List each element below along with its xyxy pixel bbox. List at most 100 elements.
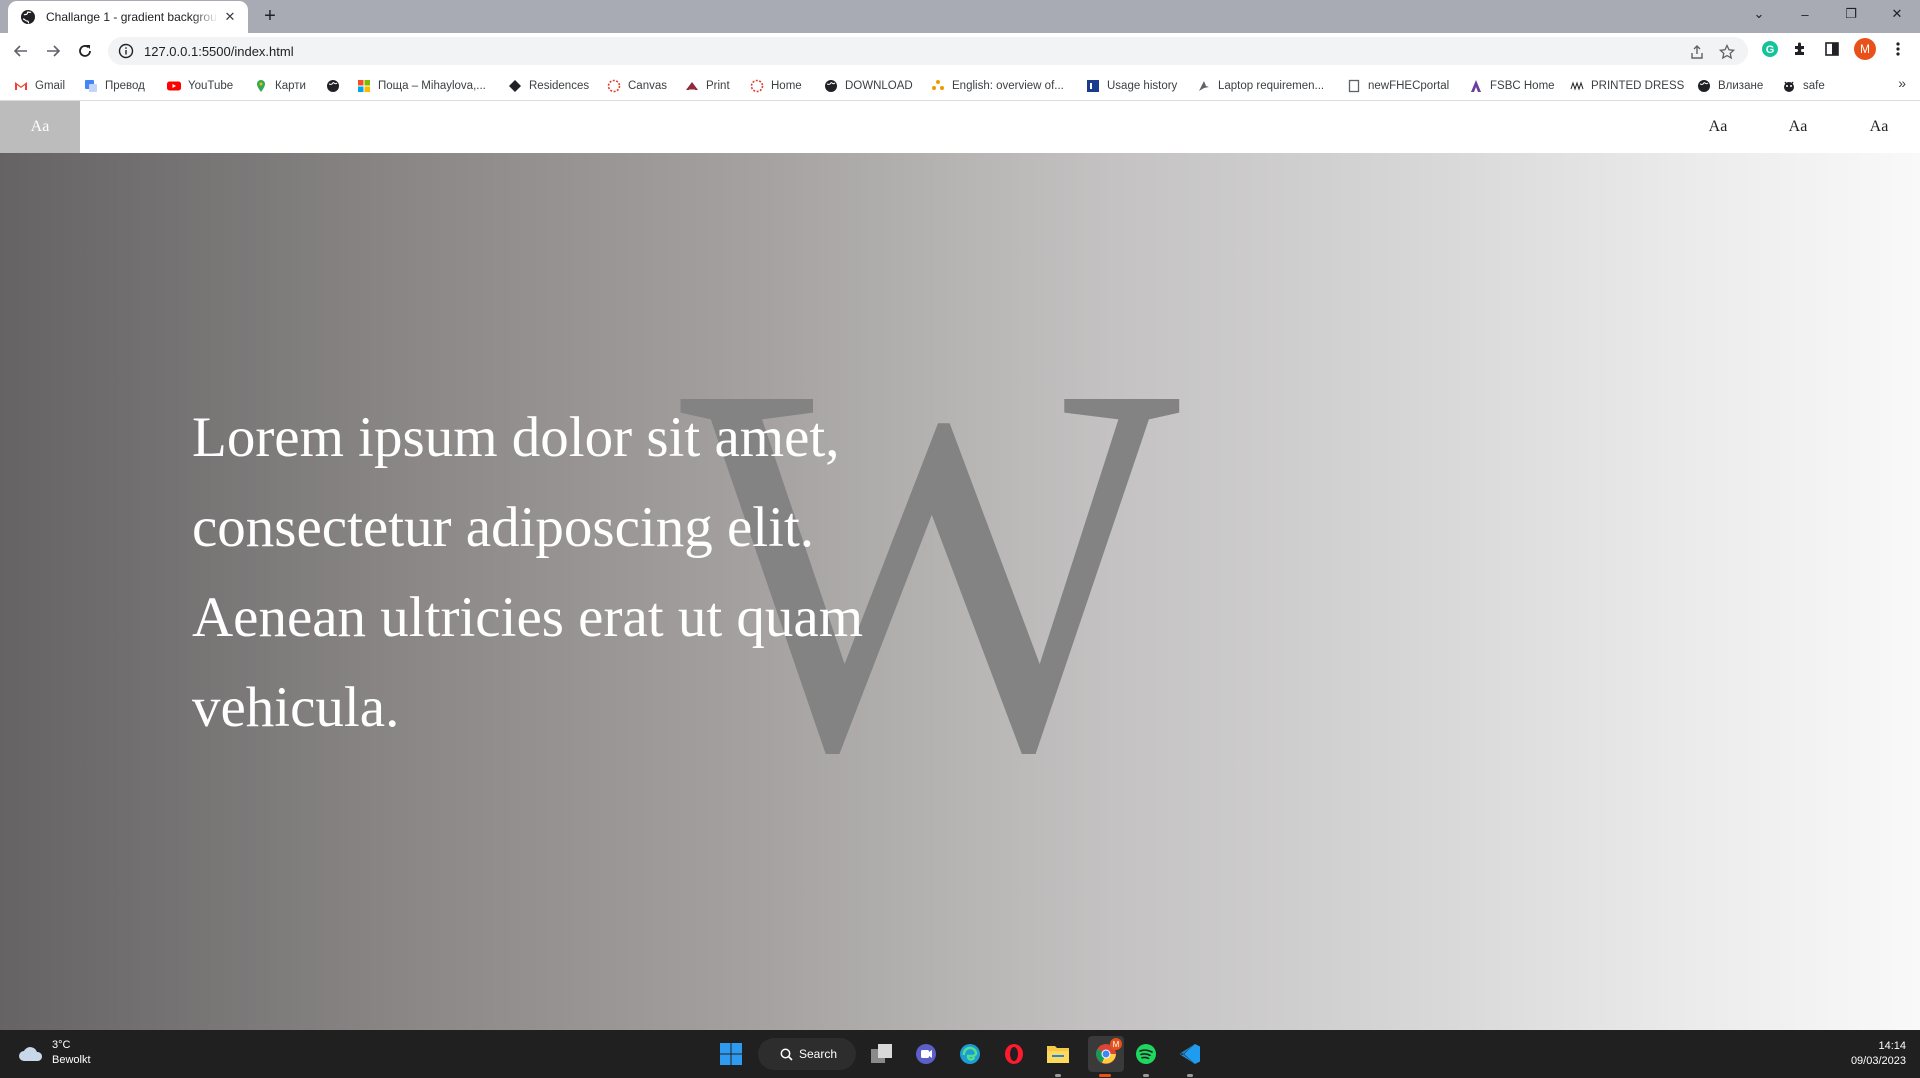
grammarly-icon[interactable]: G: [1760, 39, 1780, 59]
close-window-button[interactable]: ✕: [1874, 0, 1920, 28]
globe-icon: [1697, 79, 1711, 93]
close-icon[interactable]: ✕: [222, 9, 238, 25]
globe-icon: [326, 79, 340, 93]
diamond-icon: [508, 79, 522, 93]
zara-icon: [1570, 79, 1584, 93]
usage-icon: [1086, 79, 1100, 93]
vscode-icon[interactable]: [1176, 1040, 1204, 1068]
fsbc-icon: [1469, 79, 1483, 93]
edge-browser-icon[interactable]: [956, 1040, 984, 1068]
back-button[interactable]: [8, 38, 34, 64]
bookmark-item[interactable]: Residences: [508, 77, 589, 94]
bookmarks-bar: Gmail Превод YouTube Карти Поща – Mihayl…: [0, 69, 1920, 101]
web-page: Aa Aa Aa Aa W Lorem ipsum dolor sit amet…: [0, 101, 1920, 1030]
tab-title: Challange 1 - gradient background: [46, 10, 218, 24]
reload-icon: [79, 45, 91, 57]
taskbar-search-button[interactable]: Search: [758, 1038, 856, 1070]
file-explorer-icon[interactable]: [1044, 1040, 1072, 1068]
arrow-right-icon: [47, 45, 61, 57]
page-icon: [1347, 79, 1361, 93]
bookmark-item[interactable]: English: overview of...: [931, 77, 1064, 94]
bookmark-item[interactable]: Usage history: [1086, 77, 1177, 94]
info-icon: [118, 43, 134, 59]
globe-icon: [824, 79, 838, 93]
maps-icon: [254, 79, 268, 93]
nav-link-2[interactable]: Aa: [1778, 101, 1818, 153]
bookmark-item[interactable]: YouTube: [167, 77, 233, 94]
profile-avatar[interactable]: M: [1854, 38, 1876, 60]
bookmark-item[interactable]: Home: [750, 77, 802, 94]
running-indicator: [1187, 1074, 1193, 1077]
laptop-icon: [1197, 79, 1211, 93]
bookmark-item[interactable]: safe: [1782, 77, 1825, 94]
new-tab-button[interactable]: +: [258, 4, 282, 28]
taskbar-search-label: Search: [799, 1047, 838, 1061]
home-icon: [750, 79, 764, 93]
gradient-hero: W Lorem ipsum dolor sit amet, consectetu…: [0, 153, 1920, 1030]
tab-strip: Challange 1 - gradient background ✕ + ⌄ …: [0, 0, 1920, 33]
chevron-down-icon[interactable]: ⌄: [1736, 0, 1782, 28]
url-text: 127.0.0.1:5500/index.html: [144, 43, 294, 59]
bookmark-item[interactable]: Print: [685, 77, 730, 94]
system-clock[interactable]: 14:14 09/03/2023: [1851, 1039, 1906, 1069]
weather-condition: Bewolkt: [52, 1054, 91, 1066]
running-indicator: [1055, 1074, 1061, 1077]
bookmark-item[interactable]: FSBC Home: [1469, 77, 1555, 94]
opera-browser-icon[interactable]: [1000, 1040, 1028, 1068]
bookmark-item[interactable]: Карти: [254, 77, 306, 94]
hero-text: Lorem ipsum dolor sit amet, consectetur …: [192, 406, 864, 739]
microsoft-icon: [357, 79, 371, 93]
bookmark-item[interactable]: Laptop requiremen...: [1197, 77, 1324, 94]
teams-chat-icon[interactable]: [912, 1040, 940, 1068]
chrome-browser-icon[interactable]: M: [1088, 1036, 1124, 1072]
globe-icon: [21, 10, 35, 24]
svg-text:G: G: [1766, 44, 1775, 56]
nav-link-3[interactable]: Aa: [1859, 101, 1899, 153]
safe-icon: [1782, 79, 1796, 93]
windows-taskbar: 3°C Bewolkt Search M 14:14 09/03/2023: [0, 1030, 1920, 1078]
chrome-profile-badge: M: [1110, 1038, 1122, 1050]
reload-button[interactable]: [72, 38, 98, 64]
cloud-icon: [19, 1047, 43, 1061]
forward-button[interactable]: [40, 38, 66, 64]
bookmark-item[interactable]: DOWNLOAD: [824, 77, 913, 94]
nav-link-1[interactable]: Aa: [1698, 101, 1738, 153]
translate-icon: [84, 79, 98, 93]
weather-widget[interactable]: 3°C Bewolkt: [18, 1038, 91, 1068]
youtube-icon: [167, 79, 181, 93]
weather-temp: 3°C: [52, 1039, 71, 1051]
bookmark-item[interactable]: newFHECportal: [1347, 77, 1449, 94]
star-icon[interactable]: [1718, 43, 1736, 61]
dots-icon: [931, 79, 945, 93]
bookmark-item[interactable]: Canvas: [607, 77, 667, 94]
address-bar[interactable]: 127.0.0.1:5500/index.html: [108, 37, 1748, 65]
running-indicator-active: [1099, 1074, 1111, 1077]
bookmark-item[interactable]: PRINTED DRESS: [1570, 77, 1684, 94]
site-nav: Aa Aa Aa Aa: [0, 101, 1920, 153]
nav-item-active[interactable]: Aa: [0, 101, 80, 153]
bookmark-item[interactable]: Gmail: [14, 77, 65, 94]
kebab-menu-icon[interactable]: [1888, 39, 1908, 59]
spotify-icon[interactable]: [1132, 1040, 1160, 1068]
gmail-icon: [14, 79, 28, 93]
more-bookmarks-button[interactable]: »: [1898, 75, 1906, 91]
side-panel-icon[interactable]: [1822, 39, 1842, 59]
minimize-button[interactable]: –: [1782, 0, 1828, 28]
task-view-icon[interactable]: [868, 1040, 896, 1068]
browser-tab[interactable]: Challange 1 - gradient background ✕: [8, 1, 248, 33]
arrow-left-icon: [13, 45, 27, 57]
canvas-icon: [607, 79, 621, 93]
bookmark-item[interactable]: Влизане: [1697, 77, 1763, 94]
print-icon: [685, 79, 699, 93]
bookmark-item[interactable]: Поща – Mihaylova,...: [357, 77, 486, 94]
bookmark-item[interactable]: Превод: [84, 77, 145, 94]
share-icon[interactable]: [1688, 43, 1706, 61]
search-icon: [780, 1048, 793, 1061]
bookmark-item[interactable]: [326, 77, 347, 94]
extensions-puzzle-icon[interactable]: [1790, 39, 1810, 59]
clock-date: 09/03/2023: [1850, 1055, 1906, 1067]
clock-time: 14:14: [1878, 1040, 1906, 1052]
restore-button[interactable]: ❐: [1828, 0, 1874, 28]
browser-toolbar: 127.0.0.1:5500/index.html G M: [0, 33, 1920, 69]
windows-start-icon[interactable]: [717, 1040, 745, 1068]
